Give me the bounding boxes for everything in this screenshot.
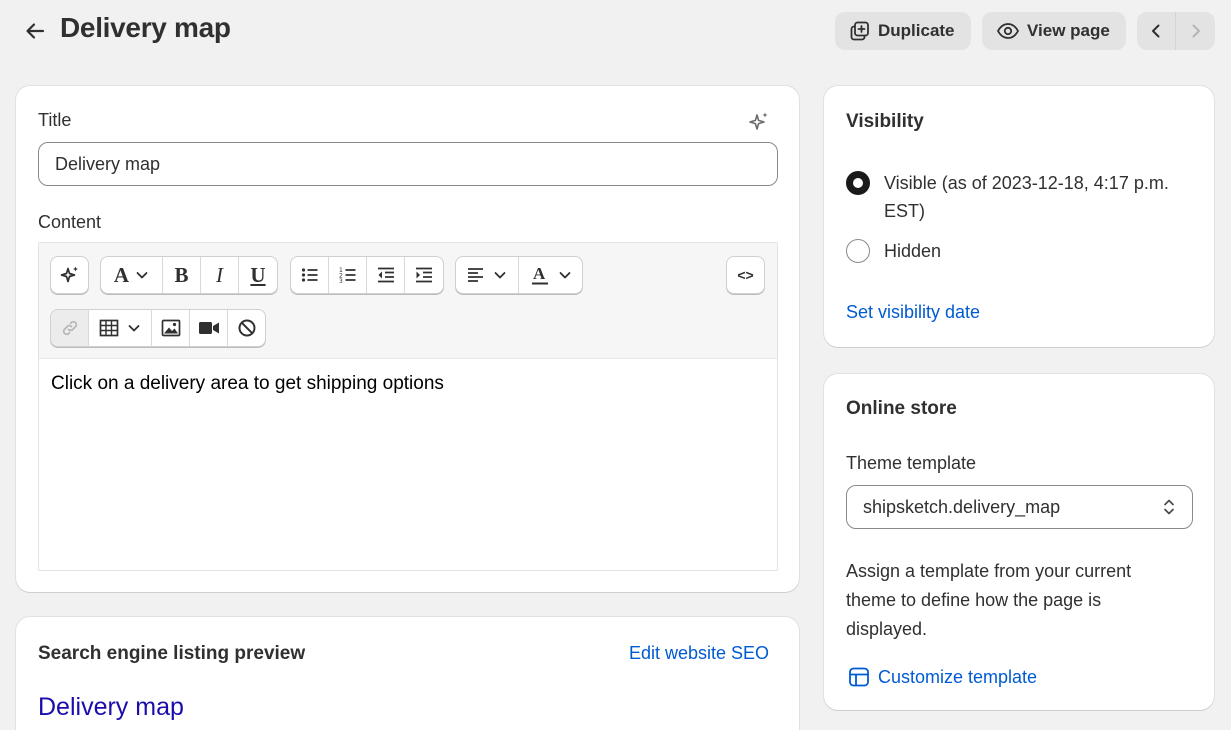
content-label: Content xyxy=(38,212,102,232)
hidden-option[interactable]: Hidden xyxy=(846,237,941,265)
bullet-list-button[interactable] xyxy=(291,257,329,293)
svg-text:3: 3 xyxy=(339,278,343,285)
alignment-dropdown[interactable] xyxy=(456,257,519,293)
clear-formatting-button[interactable] xyxy=(228,310,265,346)
numbered-list-button[interactable]: 123 xyxy=(329,257,367,293)
view-page-button[interactable]: View page xyxy=(982,12,1126,50)
select-arrows-icon xyxy=(1164,499,1174,515)
page-title: Delivery map xyxy=(60,12,231,43)
clear-formatting-icon xyxy=(238,319,255,337)
title-label: Title xyxy=(38,110,72,130)
theme-template-label: Theme template xyxy=(846,453,977,473)
video-icon xyxy=(198,322,219,334)
image-icon xyxy=(161,319,180,337)
underline-icon: U xyxy=(250,262,266,287)
seo-preview-title: Delivery map xyxy=(38,693,184,721)
visible-radio[interactable] xyxy=(846,171,870,195)
duplicate-label: Duplicate xyxy=(878,21,955,40)
ai-tools-group xyxy=(50,256,89,294)
chevron-down-icon xyxy=(136,272,148,279)
insert-link-button[interactable] xyxy=(51,310,89,346)
underline-button[interactable]: U xyxy=(239,257,277,293)
hidden-label: Hidden xyxy=(884,241,942,261)
previous-button[interactable] xyxy=(1137,12,1176,50)
visibility-card: Visibility Visible (as of 2023-12-18, 4:… xyxy=(824,86,1214,347)
theme-template-select[interactable]: shipsketch.delivery_map xyxy=(846,485,1193,529)
insert-image-button[interactable] xyxy=(152,310,190,346)
table-icon xyxy=(99,319,119,337)
theme-template-value: shipsketch.delivery_map xyxy=(863,496,1061,517)
indent-button[interactable] xyxy=(405,257,443,293)
font-style-dropdown[interactable]: A xyxy=(101,257,163,293)
sparkle-icon xyxy=(60,266,78,283)
italic-button[interactable]: I xyxy=(201,257,239,293)
title-input[interactable] xyxy=(38,142,778,186)
link-icon xyxy=(62,320,77,336)
outdent-icon xyxy=(377,267,394,283)
chevron-down-icon xyxy=(494,272,506,279)
text-format-group: A B I U xyxy=(100,256,278,294)
online-store-heading: Online store xyxy=(846,398,957,419)
back-button[interactable] xyxy=(20,16,50,46)
italic-icon: I xyxy=(216,262,223,287)
indent-icon xyxy=(416,267,432,283)
chevron-down-icon xyxy=(559,272,570,279)
align-left-icon xyxy=(468,268,483,282)
editor-content[interactable]: Click on a delivery area to get shipping… xyxy=(51,373,444,395)
ai-sparkle-icon[interactable] xyxy=(747,110,771,134)
chevron-down-icon xyxy=(128,325,140,332)
insert-video-button[interactable] xyxy=(190,310,228,346)
editor-toolbar: A B I U 123 A <> xyxy=(39,243,777,359)
chevron-right-icon xyxy=(1192,24,1200,38)
insert-table-dropdown[interactable] xyxy=(89,310,152,346)
text-color-dropdown[interactable]: A xyxy=(519,257,582,293)
page-content-card: Title Content A B I U xyxy=(16,86,799,592)
visible-option[interactable]: Visible (as of 2023-12-18, 4:17 p.m. EST… xyxy=(846,169,1204,225)
edit-seo-link[interactable]: Edit website SEO xyxy=(629,643,769,664)
seo-preview-card: Search engine listing preview Edit websi… xyxy=(16,617,799,730)
duplicate-icon xyxy=(850,21,869,41)
text-color-icon: A xyxy=(531,264,548,285)
ai-generate-button[interactable] xyxy=(51,257,88,293)
customize-template-link[interactable]: Customize template xyxy=(848,666,1037,688)
code-icon: <> xyxy=(737,267,754,283)
chevron-left-icon xyxy=(1152,24,1160,38)
code-view-group: <> xyxy=(726,256,765,294)
next-button[interactable] xyxy=(1176,12,1215,50)
bold-icon: B xyxy=(174,262,189,287)
numbered-list-icon: 123 xyxy=(339,267,355,285)
duplicate-button[interactable]: Duplicate xyxy=(835,12,971,50)
rich-text-editor: A B I U 123 A <> Click on a delivery are… xyxy=(38,242,778,571)
seo-heading: Search engine listing preview xyxy=(38,643,306,664)
list-indent-group: 123 xyxy=(290,256,444,294)
view-page-label: View page xyxy=(1027,21,1110,40)
visibility-heading: Visibility xyxy=(846,111,924,132)
outdent-button[interactable] xyxy=(367,257,405,293)
customize-template-label: Customize template xyxy=(878,666,1038,687)
bullet-list-icon xyxy=(301,268,317,282)
online-store-card: Online store Theme template shipsketch.d… xyxy=(824,374,1214,710)
bold-button[interactable]: B xyxy=(163,257,201,293)
svg-text:A: A xyxy=(533,264,546,283)
arrow-left-icon xyxy=(26,23,45,39)
hidden-radio[interactable] xyxy=(846,239,870,263)
eye-icon xyxy=(996,23,1020,39)
set-visibility-date-link[interactable]: Set visibility date xyxy=(846,302,980,323)
template-icon xyxy=(849,667,869,687)
pagination xyxy=(1137,12,1215,50)
page-header: Delivery map Duplicate View page xyxy=(0,0,1231,62)
align-color-group: A xyxy=(455,256,583,294)
insert-group xyxy=(50,309,266,347)
visible-label: Visible (as of 2023-12-18, 4:17 p.m. EST… xyxy=(884,173,1169,221)
template-help-text: Assign a template from your current them… xyxy=(846,561,1132,639)
html-view-button[interactable]: <> xyxy=(727,257,764,293)
font-a-icon: A xyxy=(113,262,130,287)
